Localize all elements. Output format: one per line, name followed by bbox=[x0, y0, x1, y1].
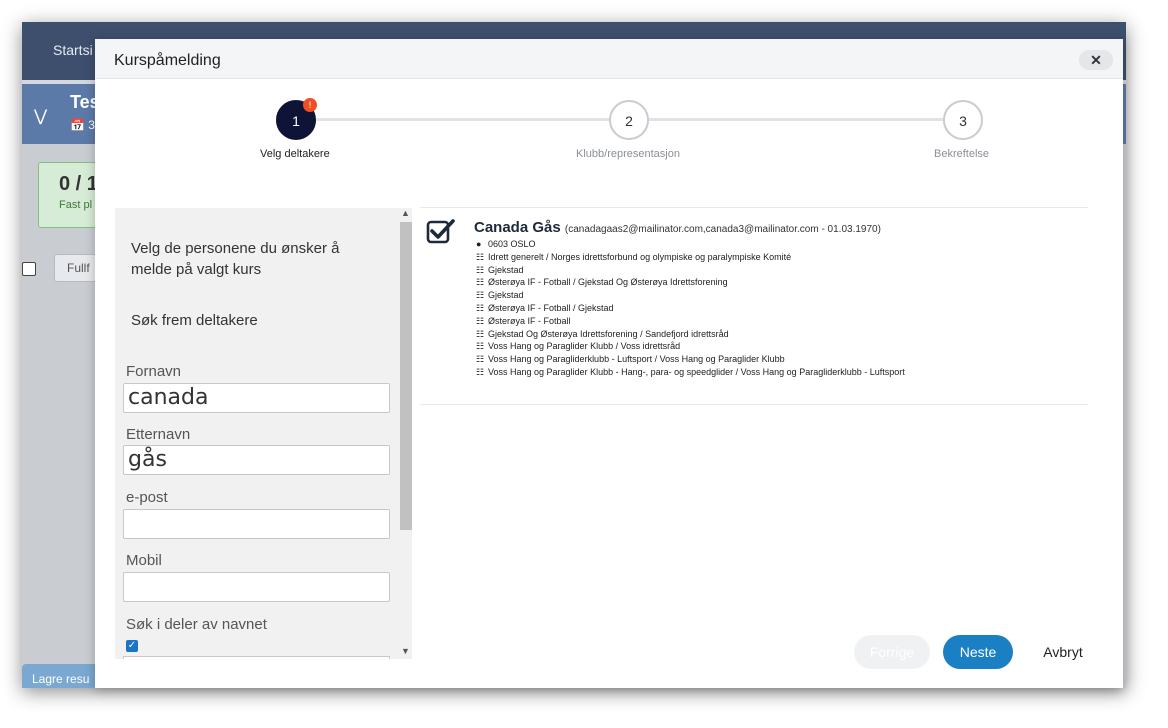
firstname-input[interactable]: canada bbox=[123, 383, 390, 413]
lastname-label: Etternavn bbox=[126, 426, 191, 443]
stats-label: Fast pl bbox=[59, 199, 93, 211]
list-item: ☷ Gjekstad bbox=[476, 264, 524, 275]
list-item: ☷ Voss Hang og Paraglider Klubb / Voss id… bbox=[476, 341, 681, 352]
nav-tab-start[interactable]: Startsi bbox=[53, 42, 93, 58]
sitemap-icon: ☷ bbox=[476, 264, 485, 275]
list-item: ☷ Østerøya IF - Fotball / Gjekstad bbox=[476, 302, 614, 313]
close-button[interactable]: ✕ bbox=[1079, 50, 1113, 70]
sitemap-icon: ☷ bbox=[476, 341, 485, 352]
partial-search-label: Søk i deler av navnet bbox=[126, 616, 267, 633]
sitemap-icon: ☷ bbox=[476, 277, 485, 288]
email-label: e-post bbox=[126, 489, 168, 506]
double-chevron-down-icon[interactable]: ⋁ bbox=[34, 106, 47, 126]
sitemap-icon: ☷ bbox=[476, 366, 485, 377]
search-instructions: Velg de personene du ønsker å melde på v… bbox=[131, 240, 340, 278]
stats-count: 0 / 1 bbox=[59, 173, 98, 195]
calendar-icon: 📅 bbox=[70, 118, 85, 132]
step-connector bbox=[296, 118, 630, 121]
lastname-input[interactable]: gås bbox=[123, 445, 390, 475]
sitemap-icon: ☷ bbox=[476, 290, 485, 301]
sitemap-icon: ☷ bbox=[476, 315, 485, 326]
step-2[interactable]: 2 bbox=[609, 100, 649, 140]
list-item: ☷ Voss Hang og Paraglider Klubb - Hang-, … bbox=[476, 366, 905, 377]
sitemap-icon: ☷ bbox=[476, 302, 485, 313]
cancel-button[interactable]: Avbryt bbox=[1033, 635, 1093, 669]
person-contact: (canadagaas2@mailinator.com,canada3@mail… bbox=[564, 224, 881, 235]
search-heading: Søk frem deltakere bbox=[131, 312, 258, 329]
scroll-thumb[interactable] bbox=[400, 222, 412, 530]
course-date: 📅 3 bbox=[70, 118, 95, 132]
sitemap-icon: ☷ bbox=[476, 328, 485, 339]
step-3[interactable]: 3 bbox=[943, 100, 983, 140]
step-2-label: Klubb/representasjon bbox=[576, 148, 680, 160]
mobile-input[interactable] bbox=[123, 572, 390, 602]
sitemap-icon: ☷ bbox=[476, 251, 485, 262]
person-name: Canada Gås (canadagaas2@mailinator.com,c… bbox=[474, 219, 881, 236]
mobile-label: Mobil bbox=[126, 552, 162, 569]
scroll-up-icon[interactable]: ▲ bbox=[401, 208, 410, 218]
step-3-label: Bekreftelse bbox=[934, 148, 990, 160]
sitemap-icon: ☷ bbox=[476, 354, 485, 365]
person-checkbox-checked-icon[interactable] bbox=[426, 218, 456, 244]
person-address: ● 0603 OSLO bbox=[476, 239, 536, 249]
modal-title: Kurspåmelding bbox=[114, 52, 221, 69]
search-button-partial[interactable] bbox=[123, 656, 390, 659]
email-input[interactable] bbox=[123, 509, 390, 539]
previous-button[interactable]: Forrige bbox=[854, 635, 930, 669]
course-registration-modal: Kurspåmelding ✕ 1 ! Velg deltakere 2 Klu… bbox=[95, 39, 1123, 688]
map-marker-icon: ● bbox=[476, 239, 482, 249]
list-item: ☷ Østerøya IF - Fotball / Gjekstad Og Øst… bbox=[476, 277, 728, 288]
list-item: ☷ Gjekstad bbox=[476, 290, 524, 301]
list-item: ☷ Gjekstad Og Østerøya Idrettsforening / … bbox=[476, 328, 729, 339]
list-item: ☷ Idrett generelt / Norges idrettsforbund… bbox=[476, 251, 792, 262]
scroll-down-icon[interactable]: ▼ bbox=[401, 646, 410, 656]
search-results: Canada Gås (canadagaas2@mailinator.com,c… bbox=[420, 207, 1088, 405]
person-details: ● 0603 OSLO ☷ Idrett generelt / Norges idr… bbox=[476, 238, 905, 379]
partial-search-checkbox[interactable]: ✓ bbox=[126, 640, 138, 652]
firstname-label: Fornavn bbox=[126, 363, 182, 380]
next-button[interactable]: Neste bbox=[943, 635, 1013, 669]
list-item: ☷ Østerøya IF - Fotball bbox=[476, 315, 571, 326]
step-1-alert-badge: ! bbox=[303, 98, 317, 112]
step-1-label: Velg deltakere bbox=[260, 148, 330, 160]
list-item: ☷ Voss Hang og Paragliderklubb - Luftspor… bbox=[476, 354, 785, 365]
select-all-checkbox[interactable] bbox=[22, 262, 36, 276]
modal-header: Kurspåmelding ✕ bbox=[95, 39, 1123, 79]
search-panel-scrollbar[interactable]: ▲ ▼ bbox=[398, 208, 412, 659]
search-panel: Velg de personene du ønsker å melde på v… bbox=[115, 208, 398, 659]
step-connector bbox=[648, 118, 964, 121]
